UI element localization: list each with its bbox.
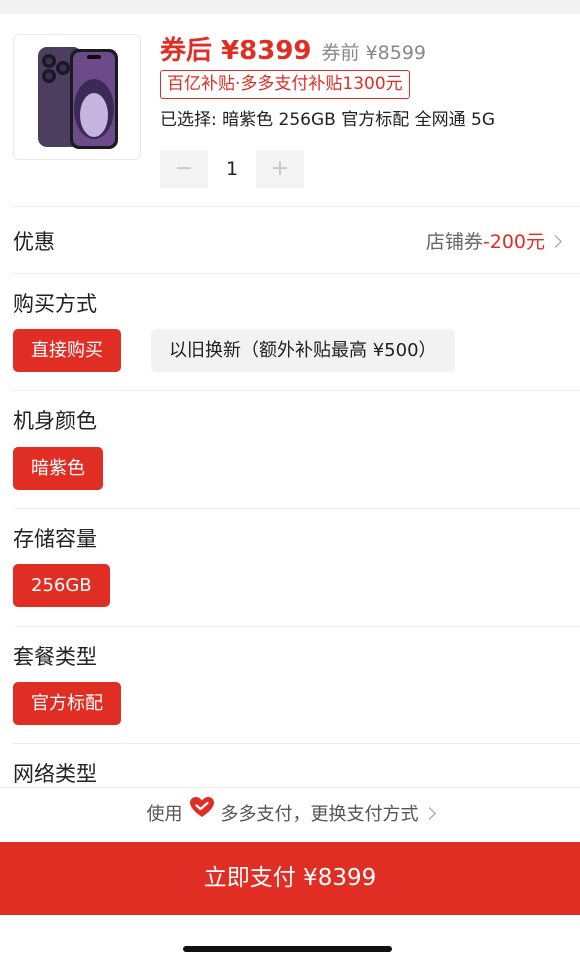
heart-icon xyxy=(189,786,215,840)
storage-title: 存储容量 xyxy=(13,527,97,551)
option-color-dark-purple[interactable]: 暗紫色 xyxy=(13,447,103,490)
subsidy-badge: 百亿补贴·多多支付补贴1300元 xyxy=(160,70,410,99)
store-coupon-amount: -200元 xyxy=(482,231,545,253)
divider xyxy=(13,743,580,744)
store-coupon-label: 店铺券 xyxy=(425,231,483,253)
store-coupon-link[interactable]: 店铺券-200元 xyxy=(425,227,562,254)
payment-method-label: 多多支付，更换支付方式 xyxy=(220,804,419,825)
divider xyxy=(13,273,580,274)
phone-image-icon xyxy=(38,47,118,149)
price-line: 券后 ¥8399 券前 ¥8599 xyxy=(160,30,426,66)
option-storage-256gb[interactable]: 256GB xyxy=(13,564,110,607)
payment-use-label: 使用 xyxy=(146,804,183,825)
product-thumbnail[interactable] xyxy=(13,34,141,160)
divider xyxy=(13,206,580,207)
package-title: 套餐类型 xyxy=(13,645,97,669)
selected-spec: 已选择: 暗紫色 256GB 官方标配 全网通 5G xyxy=(160,110,496,130)
option-direct-buy[interactable]: 直接购买 xyxy=(13,329,121,372)
option-trade-in[interactable]: 以旧换新（额外补贴最高 ¥500） xyxy=(151,329,455,372)
chevron-right-icon xyxy=(549,235,562,248)
divider xyxy=(13,626,580,627)
quantity-decrease-button[interactable]: − xyxy=(160,150,208,188)
product-summary: 券后 ¥8399 券前 ¥8599 百亿补贴·多多支付补贴1300元 已选择: 暗… xyxy=(0,14,580,206)
color-title: 机身颜色 xyxy=(13,409,97,433)
top-strip xyxy=(0,0,580,14)
chevron-right-icon xyxy=(422,807,436,820)
divider xyxy=(13,508,580,509)
price-after-coupon: 券后 ¥8399 xyxy=(160,36,312,66)
purchase-method-title: 购买方式 xyxy=(13,292,97,316)
discount-title: 优惠 xyxy=(13,230,55,254)
payment-method-selector[interactable]: 使用 多多支付，更换支付方式 xyxy=(0,787,580,842)
quantity-increase-button[interactable]: + xyxy=(256,150,304,188)
option-package-official[interactable]: 官方标配 xyxy=(13,682,121,725)
price-before-coupon: 券前 ¥8599 xyxy=(321,42,426,64)
divider xyxy=(13,390,580,391)
pay-now-button[interactable]: 立即支付 ¥8399 xyxy=(0,842,580,915)
home-indicator[interactable] xyxy=(183,946,392,952)
quantity-value: 1 xyxy=(225,158,239,180)
network-title: 网络类型 xyxy=(13,762,97,786)
